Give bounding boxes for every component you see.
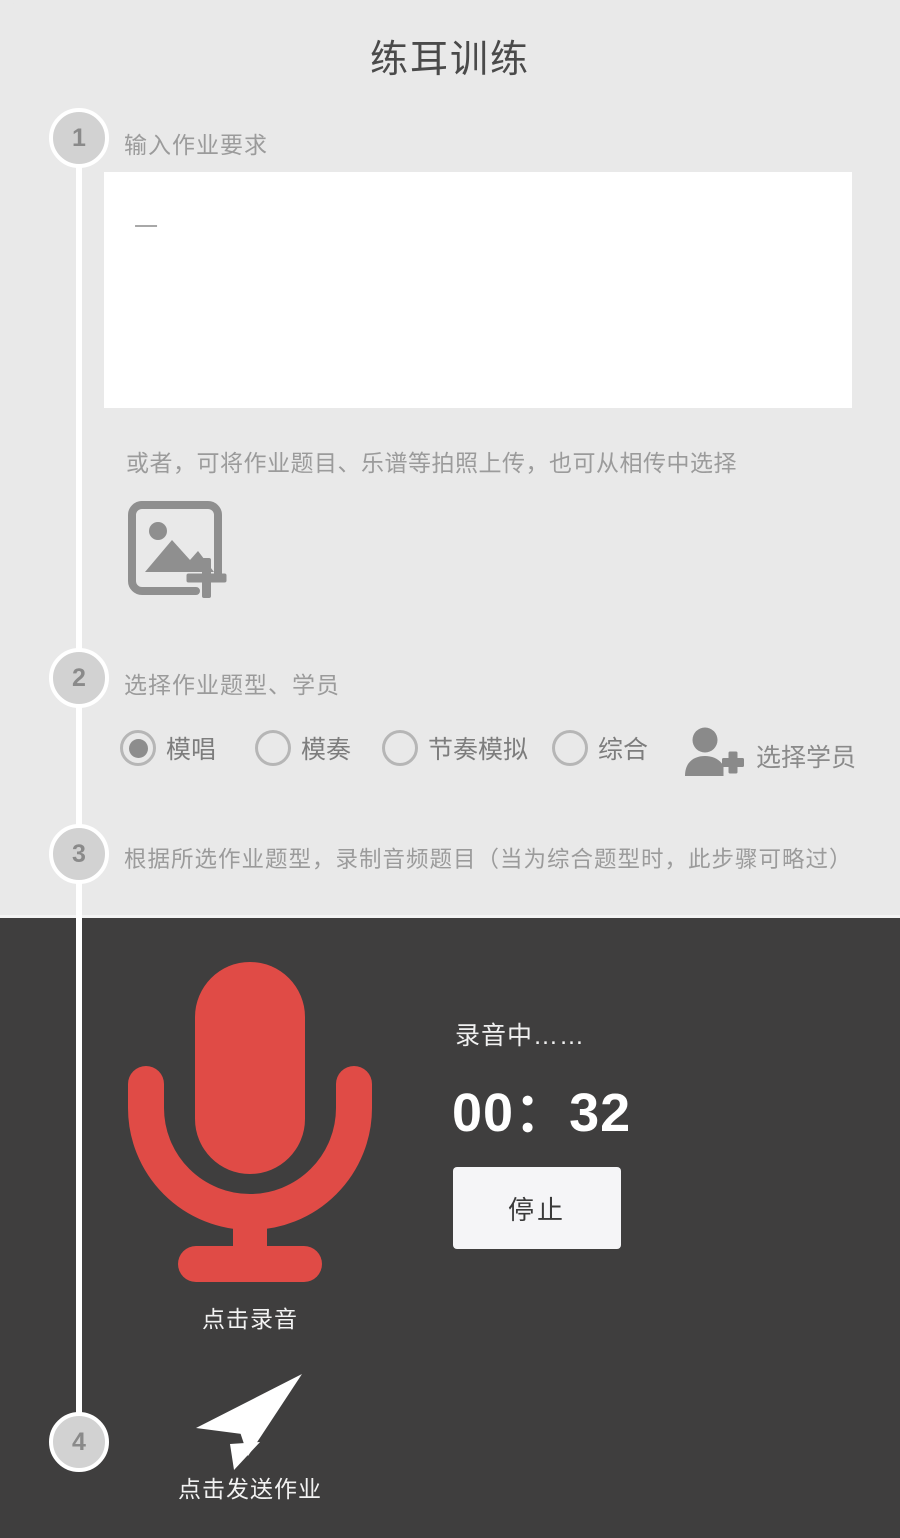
stepper-rail: [76, 120, 82, 1445]
upload-hint-text: 或者，可将作业题目、乐谱等拍照上传，也可从相传中选择: [126, 450, 737, 476]
radio-label-1: 模奏: [301, 736, 352, 764]
stop-recording-button[interactable]: 停止: [453, 1167, 621, 1249]
ear-training-screen: 练耳训练 1 2 3 4 输入作业要求 选择作业题型、学员 根据所选作业题型，录…: [0, 0, 900, 1538]
microphone-caption: 点击录音: [202, 1306, 298, 1332]
radio-indicator-2[interactable]: [382, 730, 418, 766]
radio-option-0[interactable]: 模唱: [120, 730, 216, 766]
radio-indicator-1[interactable]: [255, 730, 291, 766]
radio-label-2: 节奏模拟: [428, 736, 529, 764]
page-title: 练耳训练: [369, 39, 530, 81]
radio-indicator-0[interactable]: [120, 730, 156, 766]
radio-label-3: 综合: [598, 736, 649, 764]
assignment-requirement-input[interactable]: [104, 172, 852, 408]
recording-status-text: 录音中……: [455, 1022, 586, 1050]
step-3-label: 根据所选作业题型，录制音频题目（当为综合题型时，此步骤可略过）: [124, 847, 853, 872]
select-student-label: 选择学员: [756, 743, 857, 772]
select-student-button[interactable]: 选择学员: [682, 726, 856, 785]
section-divider: [0, 915, 900, 918]
radio-option-3[interactable]: 综合: [552, 730, 648, 766]
step-marker-2: 2: [49, 648, 109, 708]
radio-label-0: 模唱: [166, 736, 217, 764]
radio-option-1[interactable]: 模奏: [255, 730, 351, 766]
step-1-label: 输入作业要求: [124, 132, 268, 158]
paper-plane-icon[interactable]: [190, 1372, 310, 1476]
step-marker-1: 1: [49, 108, 109, 168]
add-person-icon: [682, 726, 744, 785]
microphone-icon[interactable]: [128, 958, 372, 1288]
recording-timer: 00：32: [452, 1083, 632, 1143]
step-marker-3: 3: [49, 824, 109, 884]
radio-indicator-3[interactable]: [552, 730, 588, 766]
add-image-icon[interactable]: [128, 496, 234, 600]
radio-option-2[interactable]: 节奏模拟: [382, 730, 528, 766]
step-marker-4: 4: [49, 1412, 109, 1472]
send-assignment-caption: 点击发送作业: [178, 1476, 322, 1502]
step-2-label: 选择作业题型、学员: [124, 672, 340, 698]
